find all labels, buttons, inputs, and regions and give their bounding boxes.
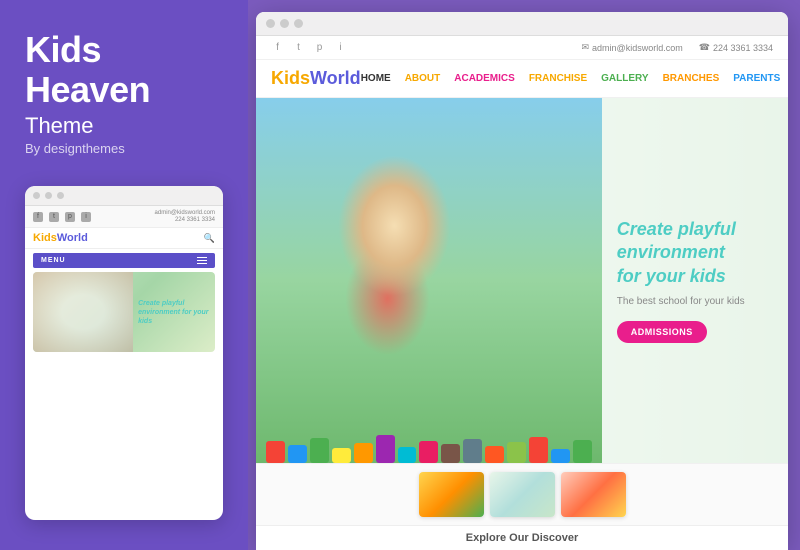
thumbnail-2[interactable] [490, 472, 555, 517]
mini-logo: KidsWorld [33, 232, 88, 244]
dot-3 [57, 192, 64, 199]
thumbnail-1[interactable] [419, 472, 484, 517]
mini-logo-bar: KidsWorld 🔍 [25, 228, 223, 249]
nav-home[interactable]: HOME [361, 73, 391, 84]
browser-dot-1 [266, 19, 275, 28]
lego-block-3 [310, 438, 329, 463]
mini-browser-preview: f t p i admin@kidsworld.com 224 3361 333… [25, 186, 223, 520]
hero-headline: Create playful environment for your kids [617, 218, 773, 288]
lego-block-6 [376, 435, 395, 463]
lego-blocks [256, 423, 602, 463]
nav-academics[interactable]: ACADEMICS [454, 73, 515, 84]
explore-section-label: Explore Our Discover [256, 525, 788, 550]
hamburger-icon [197, 257, 207, 264]
mini-topbar: f t p i admin@kidsworld.com 224 3361 333… [25, 206, 223, 228]
mini-contact-info: admin@kidsworld.com 224 3361 3334 [155, 210, 215, 223]
facebook-icon[interactable]: f [271, 41, 284, 54]
hero-line1: Create playful [617, 219, 736, 239]
site-phone: ☎ 224 3361 3334 [699, 42, 773, 53]
mini-phone: 224 3361 3334 [175, 217, 215, 223]
mini-hero-image [33, 272, 133, 352]
email-address: admin@kidsworld.com [592, 43, 683, 53]
site-logo: KidsWorld [271, 68, 361, 89]
lego-block-11 [485, 446, 504, 463]
site-header: KidsWorld HOME ABOUT ACADEMICS FRANCHISE… [256, 60, 788, 98]
hero-text-area: Create playful environment for your kids… [602, 98, 788, 463]
lego-block-13 [529, 437, 548, 463]
site-topbar: f t p i ✉ admin@kidsworld.com ☎ 224 3361… [256, 36, 788, 60]
mini-logo-world: World [57, 232, 88, 244]
nav-about[interactable]: ABOUT [405, 73, 441, 84]
nav-branches[interactable]: BRANCHES [663, 73, 720, 84]
nav-parents[interactable]: PARENTS [733, 73, 780, 84]
mini-instagram-icon: i [81, 212, 91, 222]
mini-menu-bar[interactable]: MENU [33, 253, 215, 268]
mini-child-figure [33, 272, 133, 352]
lego-block-5 [354, 443, 373, 463]
lego-block-10 [463, 439, 482, 463]
theme-by: By designthemes [25, 141, 223, 156]
left-panel: Kids Heaven Theme By designthemes f t p … [0, 0, 248, 550]
desktop-browser-preview: f t p i ✉ admin@kidsworld.com ☎ 224 3361… [256, 12, 788, 550]
lego-block-8 [419, 441, 438, 463]
mini-logo-kids: Kids [33, 232, 57, 244]
browser-chrome [256, 12, 788, 36]
mini-browser-bar [25, 186, 223, 206]
instagram-icon[interactable]: i [334, 41, 347, 54]
site-social-icons: f t p i [271, 41, 347, 54]
site-email: ✉ admin@kidsworld.com [582, 42, 683, 53]
mini-social-icons: f t p i [33, 212, 91, 222]
phone-number: 224 3361 3334 [713, 43, 773, 53]
mini-hero-heading: Create playful environment for your kids [138, 299, 210, 326]
lego-block-7 [398, 447, 417, 463]
email-icon: ✉ [582, 42, 590, 53]
nav-gallery[interactable]: GALLERY [601, 73, 648, 84]
hero-line3: for your kids [617, 266, 726, 286]
hero-image-area [256, 98, 602, 463]
mini-email: admin@kidsworld.com [155, 210, 215, 216]
explore-label: Explore Our Discover [466, 532, 579, 544]
thumbnails-row [256, 463, 788, 525]
lego-block-15 [573, 440, 592, 463]
dot-2 [45, 192, 52, 199]
hero-subtext: The best school for your kids [617, 296, 773, 307]
lego-block-1 [266, 441, 285, 463]
theme-title-block: Kids Heaven Theme By designthemes [25, 30, 223, 156]
title-kids: Kids [25, 29, 101, 70]
admissions-button[interactable]: ADMISSIONS [617, 321, 707, 343]
lego-block-4 [332, 448, 351, 463]
browser-dot-2 [280, 19, 289, 28]
site-hero: Create playful environment for your kids… [256, 98, 788, 463]
mini-hero-text: Create playful environment for your kids [133, 272, 215, 352]
mini-facebook-icon: f [33, 212, 43, 222]
theme-title: Kids Heaven [25, 30, 223, 109]
logo-world: World [310, 68, 361, 88]
thumbnail-3[interactable] [561, 472, 626, 517]
browser-dot-3 [294, 19, 303, 28]
lego-block-2 [288, 445, 307, 463]
hero-line2: environment [617, 242, 725, 262]
nav-franchise[interactable]: FRANCHISE [529, 73, 587, 84]
site-contact-info: ✉ admin@kidsworld.com ☎ 224 3361 3334 [582, 42, 774, 53]
lego-block-9 [441, 444, 460, 463]
lego-block-14 [551, 449, 570, 463]
child-figure [256, 98, 602, 463]
twitter-icon[interactable]: t [292, 41, 305, 54]
lego-block-12 [507, 442, 526, 463]
phone-icon: ☎ [699, 42, 710, 53]
pinterest-icon[interactable]: p [313, 41, 326, 54]
mini-twitter-icon: t [49, 212, 59, 222]
title-heaven: Heaven [25, 69, 150, 110]
mini-hero: Create playful environment for your kids [33, 272, 215, 352]
mini-search-icon: 🔍 [204, 233, 215, 244]
dot-1 [33, 192, 40, 199]
site-nav: HOME ABOUT ACADEMICS FRANCHISE GALLERY B… [361, 73, 788, 84]
theme-subtitle: Theme [25, 113, 223, 139]
mini-menu-label: MENU [41, 257, 66, 264]
logo-kids: Kids [271, 68, 310, 88]
mini-pinterest-icon: p [65, 212, 75, 222]
